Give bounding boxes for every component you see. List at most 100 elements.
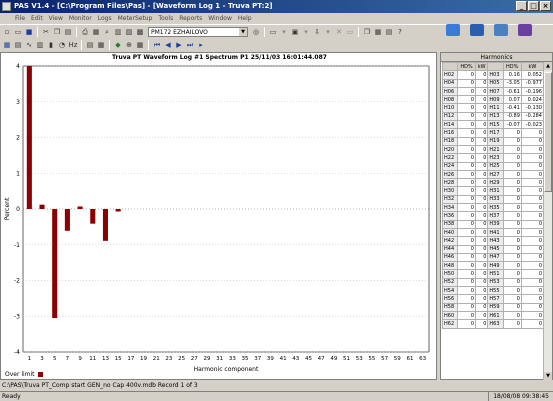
title-bar: PAS V1.4 - [C:\Program Files\Pas] - [Wav… [0,0,553,13]
print-icon[interactable]: ⎙ [80,27,90,37]
table-cell: 0 [474,78,489,88]
table-cell: 0 [520,203,545,213]
table-cell: 0 [474,178,489,188]
you-button[interactable] [514,24,536,46]
bar [77,206,83,209]
table-cell: 0 [457,244,476,254]
table-cell: H43 [487,236,504,246]
table-row: H38 0 0 H39 0 0 [441,219,545,229]
table-cell: 0 [457,70,476,80]
menu-logs[interactable]: Logs [95,15,115,22]
table-row: H50 0 0 H51 0 0 [441,269,545,279]
channels-icon[interactable]: ▤ [85,40,95,50]
arrange-icon[interactable]: ▤ [384,27,394,37]
table-row: H52 0 0 H53 0 0 [441,277,545,288]
target-icon[interactable]: ◎ [251,27,261,37]
menu-metersetup[interactable]: MeterSetup [115,15,156,22]
list-view-icon[interactable]: ▤ [13,40,23,50]
close-button[interactable]: × [540,1,551,11]
menu-help[interactable]: Help [235,15,255,22]
spectrum-icon[interactable]: ▮ [46,40,56,50]
print-preview-icon[interactable]: ▦ [91,27,101,37]
waveform-icon[interactable]: ∿ [24,40,34,50]
download-icon[interactable]: ⇩ [312,27,322,37]
scroll-up-icon[interactable]: ▲ [544,62,552,70]
table-cell: H51 [487,269,504,279]
table-cell: H33 [487,194,504,205]
table-cell: 0 [474,227,489,238]
harmonics-scrollbar[interactable]: ▲ ▼ [543,62,552,380]
paste-icon[interactable]: ▤ [63,27,73,37]
stop-icon[interactable]: ▭ [345,27,355,37]
rms-icon[interactable]: ▥ [35,40,45,50]
cascade-icon[interactable]: ❐ [362,27,372,37]
chevron-down-icon[interactable]: ▼ [239,27,247,36]
table-cell: -0.196 [520,86,545,97]
help-icon[interactable]: ? [395,27,405,37]
prev-record-icon[interactable]: ◀ [163,40,173,50]
new-icon[interactable]: ▫ [2,27,12,37]
menu-view[interactable]: View [46,15,66,22]
table-cell: 0 [474,111,489,122]
menu-reports[interactable]: Reports [176,15,205,22]
table-cell: H04 [441,78,459,88]
table-row: H44 0 0 H45 0 0 [441,244,545,254]
table-cell: H21 [487,144,504,155]
scroll-thumb[interactable] [544,72,552,192]
phasor-icon[interactable]: ◔ [57,40,67,50]
data-icon[interactable]: ▦ [135,40,145,50]
table-row: H48 0 0 H49 0 0 [441,261,545,271]
menu-edit[interactable]: Edit [28,15,46,22]
device-select[interactable]: PM172 EZHAILOVO ▼ [148,26,248,37]
table-cell: 0 [457,161,476,171]
y-tick-label: 1 [16,170,20,177]
minimize-button[interactable]: _ [516,1,527,11]
status-ready: Ready [2,393,21,400]
table-cell: 0.07 [502,95,522,105]
tile-icon[interactable]: ▦ [373,27,383,37]
logs-button[interactable] [490,24,512,46]
chart-icon[interactable]: ▨ [124,27,134,37]
x-tick-label: 7 [66,356,70,362]
table-cell: H56 [441,294,459,304]
delete-icon[interactable]: ✕ [334,27,344,37]
report-icon[interactable]: ▥ [113,27,123,37]
maximize-button[interactable]: □ [528,1,539,11]
x-tick-label: 19 [140,356,147,362]
table-row: H08 0 0 H09 0.07 0.024 [441,95,545,105]
first-record-icon[interactable]: ⏮ [152,40,162,50]
menu-file[interactable]: File [12,15,28,22]
x-tick-label: 59 [394,356,401,362]
grid-icon[interactable]: ▩ [135,27,145,37]
open-icon[interactable]: ▭ [13,27,23,37]
table-cell: H24 [441,161,459,171]
x-tick-label: 35 [242,356,249,362]
table-cell: H58 [441,302,459,312]
last-record-icon[interactable]: ⏭ [185,40,195,50]
options-icon[interactable]: ▦ [96,40,106,50]
screen-icon[interactable]: ▣ [290,27,300,37]
next-record-icon[interactable]: ▶ [174,40,184,50]
jump-icon[interactable]: ▸ [196,40,206,50]
menu-tools[interactable]: Tools [155,15,176,22]
rtc-button[interactable] [442,24,464,46]
cut-icon[interactable]: ✂ [41,27,51,37]
monitor-icon[interactable]: ▭ [268,27,278,37]
copy-icon[interactable]: ❐ [52,27,62,37]
table-cell: 0 [457,95,476,105]
save-icon[interactable]: ■ [24,27,34,37]
marker-icon[interactable]: ⊕ [124,40,134,50]
menu-monitor[interactable]: Monitor [66,15,95,22]
table-view-icon[interactable]: ▦ [2,40,12,50]
monitor-dropdown-icon[interactable]: ▾ [279,27,289,37]
download-dropdown-icon[interactable]: ▾ [323,27,333,37]
table-cell: 0 [474,144,489,155]
find-icon[interactable]: ⌕ [102,27,112,37]
zoom-icon[interactable]: ◆ [113,40,123,50]
scroll-down-icon[interactable]: ▼ [544,372,552,380]
screen-dropdown-icon[interactable]: ▾ [301,27,311,37]
harmonics-hz-icon[interactable]: Hz [68,40,78,50]
menu-window[interactable]: Window [205,15,235,22]
clock-button[interactable] [466,24,488,46]
harmonics-table: HD% kW HD% kW H02 0 0 H03 0.16 0.052 H04 0 0 H05-… [441,61,545,329]
